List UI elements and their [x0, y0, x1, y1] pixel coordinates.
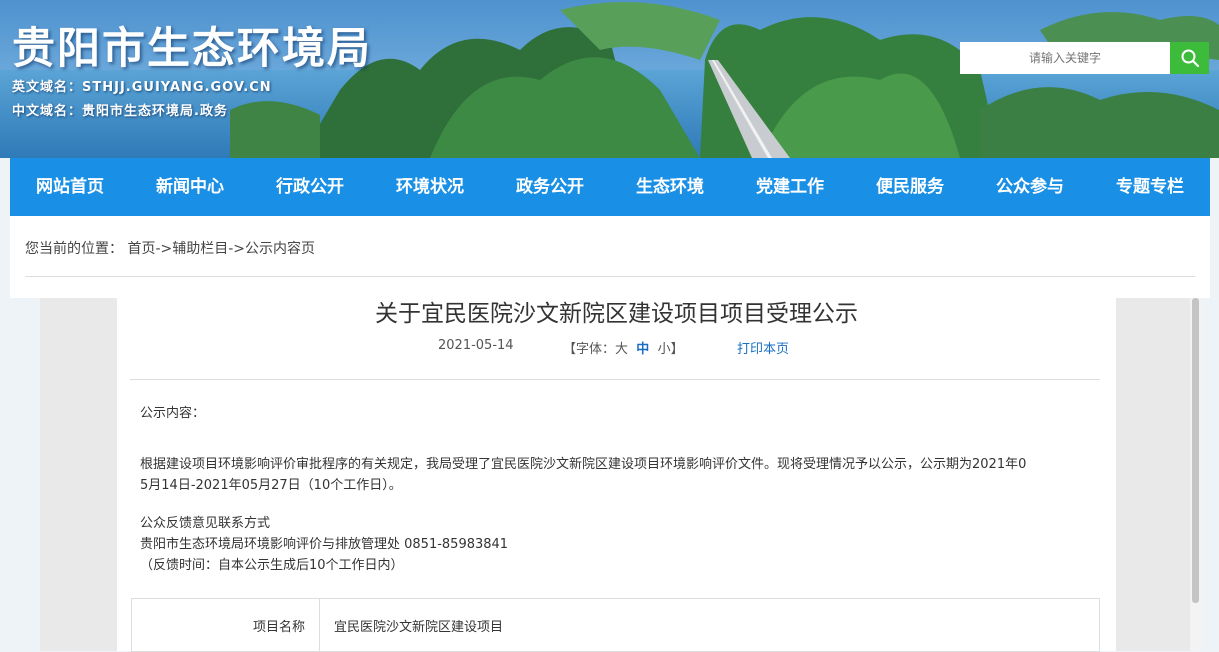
breadcrumb: 您当前的位置： 首页->辅助栏目->公示内容页 [25, 238, 315, 258]
breadcrumb-prefix: 您当前的位置： [25, 241, 123, 257]
scrollbar[interactable] [1190, 298, 1202, 651]
nav-item-ecology[interactable]: 生态环境 [610, 158, 730, 216]
site-title: 贵阳市生态环境局 [12, 24, 372, 74]
intro-label: 公示内容： [140, 406, 206, 421]
nav-item-special-topics[interactable]: 专题专栏 [1090, 158, 1210, 216]
table-cell-label: 项目名称 [131, 598, 320, 652]
right-gutter [1116, 298, 1190, 651]
publish-date: 2021-05-14 [438, 338, 514, 353]
font-size-small[interactable]: 小 [658, 342, 671, 357]
contact-block: 公众反馈意见联系方式 贵阳市生态环境局环境影响评价与排放管理处 0851-859… [140, 513, 1090, 576]
table-row: 项目名称 宜民医院沙文新院区建设项目 [131, 598, 1100, 652]
breadcrumb-separator: -> [155, 241, 173, 257]
nav-item-government-affairs[interactable]: 政务公开 [490, 158, 610, 216]
search-button[interactable] [1170, 42, 1209, 74]
font-size-bracket-close: 】 [670, 342, 684, 357]
feedback-time: （反馈时间：自本公示生成后10个工作日内） [140, 558, 404, 573]
breadcrumb-home-link[interactable]: 首页 [127, 241, 155, 257]
divider [25, 276, 1195, 277]
notice-paragraph-line: 根据建设项目环境影响评价审批程序的有关规定，我局受理了宜民医院沙文新院区建设项目… [140, 457, 1027, 472]
breadcrumb-bar: 您当前的位置： 首页->辅助栏目->公示内容页 [10, 216, 1210, 298]
breadcrumb-section-link[interactable]: 辅助栏目 [172, 241, 228, 257]
contact-title: 公众反馈意见联系方式 [140, 516, 271, 531]
search-input[interactable] [960, 42, 1170, 74]
table-cell-value: 宜民医院沙文新院区建设项目 [319, 598, 1100, 652]
divider [130, 379, 1100, 380]
notice-paragraph: 根据建设项目环境影响评价审批程序的有关规定，我局受理了宜民医院沙文新院区建设项目… [140, 454, 1090, 496]
font-size-control: 【字体：大 中 小】 [563, 338, 684, 357]
chinese-domain: 中文域名：贵阳市生态环境局.政务 [12, 104, 228, 119]
nav-item-environment-status[interactable]: 环境状况 [370, 158, 490, 216]
project-info-table: 项目名称 宜民医院沙文新院区建设项目 [131, 598, 1100, 652]
scrollbar-thumb[interactable] [1192, 298, 1199, 603]
article-title: 关于宜民医院沙文新院区建设项目项目受理公示 [375, 301, 858, 327]
english-domain: 英文域名：STHJJ.GUIYANG.GOV.CN [12, 80, 272, 95]
left-gutter [40, 298, 117, 651]
nav-item-home[interactable]: 网站首页 [10, 158, 130, 216]
main-nav: 网站首页 新闻中心 行政公开 环境状况 政务公开 生态环境 党建工作 便民服务 … [10, 158, 1210, 216]
nav-item-news[interactable]: 新闻中心 [130, 158, 250, 216]
search-box [960, 42, 1170, 74]
font-size-large[interactable]: 大 [615, 342, 628, 357]
contact-line: 贵阳市生态环境局环境影响评价与排放管理处 0851-85983841 [140, 537, 509, 552]
search-icon [1181, 49, 1199, 68]
font-size-medium[interactable]: 中 [636, 342, 649, 357]
nav-item-party-building[interactable]: 党建工作 [730, 158, 850, 216]
breadcrumb-separator: -> [228, 241, 246, 257]
nav-item-public-services[interactable]: 便民服务 [850, 158, 970, 216]
nav-item-administration[interactable]: 行政公开 [250, 158, 370, 216]
nav-item-public-participation[interactable]: 公众参与 [970, 158, 1090, 216]
print-page-link[interactable]: 打印本页 [737, 338, 789, 357]
article: 关于宜民医院沙文新院区建设项目项目受理公示 2021-05-14 【字体：大 中… [117, 298, 1116, 652]
notice-paragraph-line: 5月14日-2021年05月27日（10个工作日）。 [140, 478, 402, 493]
breadcrumb-current-link[interactable]: 公示内容页 [245, 241, 315, 257]
font-size-bracket-open: 【字体： [563, 342, 616, 357]
header-banner: 贵阳市生态环境局 英文域名：STHJJ.GUIYANG.GOV.CN 中文域名：… [0, 0, 1219, 158]
